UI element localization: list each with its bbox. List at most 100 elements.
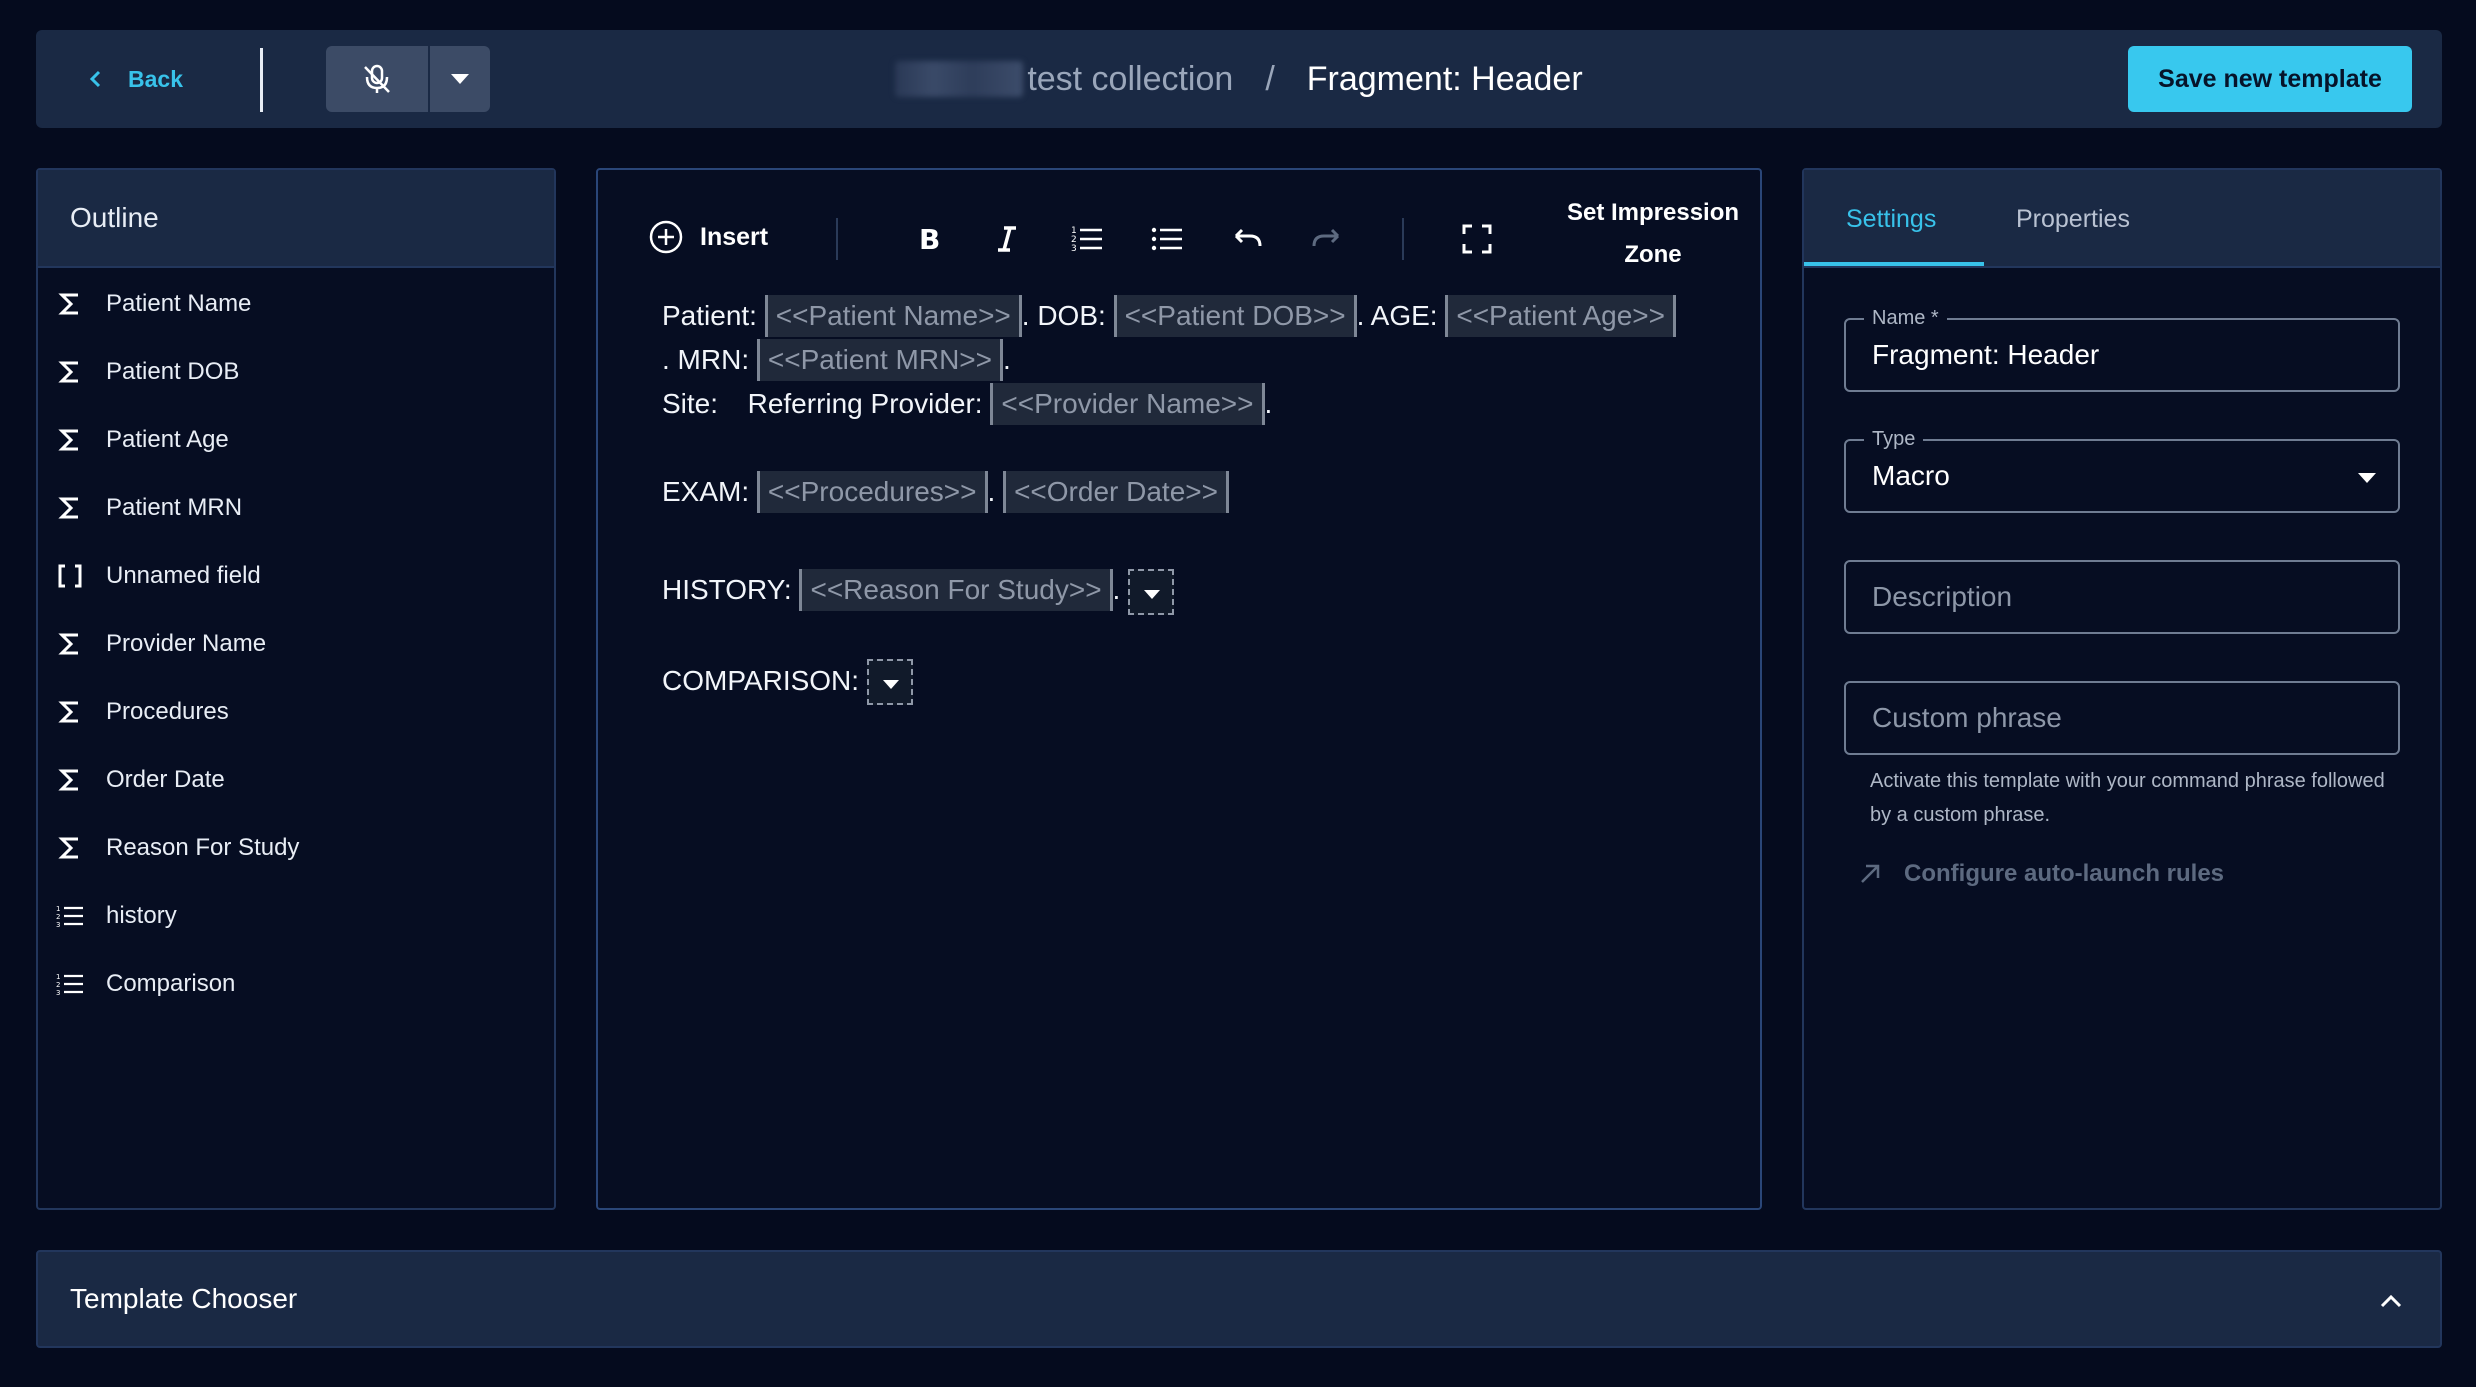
mic-off-icon [364,64,390,93]
configure-auto-launch-link[interactable]: Configure auto-launch rules [1856,860,2224,888]
outline-item-label: Patient MRN [106,494,243,521]
settings-tabs: Settings Properties [1804,170,2440,268]
mic-toggle-button[interactable] [326,46,430,112]
svg-text:1: 1 [56,973,60,981]
description-field[interactable]: Description [1844,560,2400,634]
outline-item[interactable]: Unnamed field [38,542,554,610]
outline-item-label: Reason For Study [106,834,300,861]
save-template-button[interactable]: Save new template [2128,46,2412,112]
type-select[interactable]: Type Macro [1844,427,2400,513]
breadcrumb-collection[interactable]: test collection [1027,60,1233,99]
document-body[interactable]: Patient: <<Patient Name>>. DOB: <<Patien… [662,294,1682,706]
caret-down-icon [451,74,469,84]
field-patient-age[interactable]: <<Patient Age>> [1445,295,1676,337]
fullscreen-button[interactable] [1454,216,1500,262]
sigma-icon [56,630,84,658]
bold-button[interactable]: B [904,216,950,262]
top-bar: Back test collection / Fragment: Header … [36,30,2442,128]
outline-item-label: Provider Name [106,630,267,657]
type-select-label: Type [1864,427,1924,451]
undo-button[interactable] [1224,216,1270,262]
field-patient-name[interactable]: <<Patient Name>> [764,295,1022,337]
numbered-list-icon: 1 2 3 [1071,226,1102,254]
outline-item[interactable]: 1 2 3 history [38,882,554,950]
chevron-up-icon [2380,1294,2402,1308]
outline-item[interactable]: Patient Name [38,270,554,338]
doc-text: . MRN: [662,344,750,375]
field-reason-for-study[interactable]: <<Reason For Study>> [799,569,1113,611]
bullet-list-button[interactable] [1144,216,1190,262]
list-icon: 123 [56,902,84,930]
doc-text: . [1264,388,1273,419]
editor-toolbar: Insert B 1 2 3 Set Impression Zone [648,192,1739,286]
svg-text:B: B [919,223,940,256]
italic-button[interactable] [984,216,1030,262]
toolbar-divider [836,218,838,260]
outline-item[interactable]: Provider Name [38,610,554,678]
sigma-icon [56,426,84,454]
sigma-icon [56,834,84,862]
doc-text: . [1003,344,1011,375]
sigma-icon [56,494,84,522]
outline-title: Outline [38,170,554,268]
type-select-value: Macro [1872,460,1950,491]
sigma-icon [56,766,84,794]
sigma-icon [56,698,84,726]
back-label: Back [128,65,183,92]
outline-list: Patient Name Patient DOB Patient Age Patien… [38,268,554,1018]
set-impression-zone-button[interactable]: Set Impression Zone [1548,192,1758,286]
tab-settings[interactable]: Settings [1846,170,1936,268]
template-chooser-label: Template Chooser [70,1283,298,1314]
outline-item-label: history [106,902,177,929]
history-picklist-dropdown[interactable] [1128,568,1175,615]
field-provider-name[interactable]: <<Provider Name>> [990,383,1265,425]
field-order-date[interactable]: <<Order Date>> [1003,471,1229,513]
doc-text: . [987,476,996,507]
field-patient-dob[interactable]: <<Patient DOB>> [1113,295,1357,337]
back-button[interactable]: Back [86,30,183,128]
history-line: HISTORY: <<Reason For Study>>. [662,568,1682,615]
svg-text:2: 2 [56,981,60,989]
numbered-list-button[interactable]: 1 2 3 [1064,216,1110,262]
doc-text: HISTORY: [662,574,792,605]
field-patient-mrn[interactable]: <<Patient MRN>> [756,339,1004,381]
toolbar-divider [260,48,263,112]
name-field[interactable]: Name * Fragment: Header [1844,306,2400,392]
outline-item[interactable]: 1 2 3 Comparison [38,950,554,1018]
impression-label-2: Zone [1624,241,1682,268]
tab-properties[interactable]: Properties [2016,170,2130,268]
outline-item[interactable]: Procedures [38,678,554,746]
svg-text:2: 2 [56,913,60,921]
comparison-picklist-dropdown[interactable] [866,659,913,706]
outline-item[interactable]: Patient Age [38,406,554,474]
sigma-icon [56,358,84,386]
auto-launch-label: Configure auto-launch rules [1904,860,2225,887]
doc-text: Patient: [662,300,757,331]
field-procedures[interactable]: <<Procedures>> [756,471,988,513]
mic-options-dropdown[interactable] [430,46,490,112]
settings-panel: Settings Properties Name * Fragment: Hea… [1802,168,2442,1210]
exam-line: EXAM: <<Procedures>>. <<Order Date>> [662,470,1682,514]
outline-item[interactable]: Reason For Study [38,814,554,882]
template-chooser-bar[interactable]: Template Chooser [36,1250,2442,1348]
outline-item[interactable]: Patient MRN [38,474,554,542]
insert-button[interactable]: Insert [648,212,768,262]
name-field-value: Fragment: Header [1872,339,2100,370]
custom-phrase-field[interactable]: Custom phrase [1844,681,2400,755]
svg-text:1: 1 [56,905,60,913]
redacted-text [895,61,1024,97]
outline-item[interactable]: Order Date [38,746,554,814]
patient-line: Patient: <<Patient Name>>. DOB: <<Patien… [662,294,1682,382]
custom-phrase-helper-text: Activate this template with your command… [1870,770,2385,826]
toolbar-divider [1402,218,1404,260]
impression-label-1: Set Impression [1566,199,1740,226]
redo-button[interactable] [1304,216,1350,262]
arrow-up-right-icon [1861,864,1880,883]
outline-item[interactable]: Patient DOB [38,338,554,406]
outline-item-label: Patient Name [106,290,252,317]
sigma-icon [56,290,84,318]
site-line: Site: Referring Provider: <<Provider Nam… [662,382,1682,426]
name-field-label: Name * [1864,306,1947,330]
